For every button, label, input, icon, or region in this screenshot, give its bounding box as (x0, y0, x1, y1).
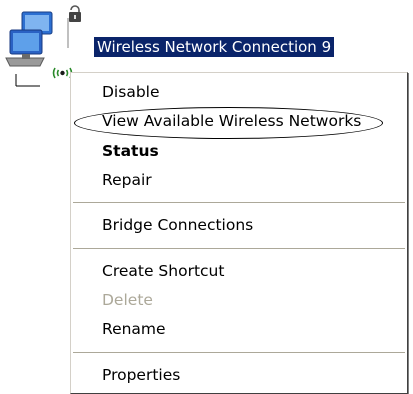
lock-icon (69, 5, 81, 22)
menu-item-delete: Delete (102, 291, 153, 309)
context-menu: Disable View Available Wireless Networks… (70, 72, 408, 394)
menu-item-bridge-connections[interactable]: Bridge Connections (102, 213, 253, 238)
menu-item-status[interactable]: Status (102, 139, 159, 164)
menu-item-create-shortcut[interactable]: Create Shortcut (102, 259, 224, 284)
menu-item-properties[interactable]: Properties (102, 363, 180, 388)
menu-separator (73, 248, 405, 249)
menu-item-repair[interactable]: Repair (102, 168, 152, 193)
menu-item-rename[interactable]: Rename (102, 317, 166, 342)
wireless-signal-icon (52, 67, 73, 79)
menu-separator (73, 202, 405, 203)
menu-item-view-available-wireless-networks[interactable]: View Available Wireless Networks (102, 109, 361, 134)
menu-item-disable[interactable]: Disable (102, 80, 160, 105)
menu-separator (73, 352, 405, 353)
connection-name-label[interactable]: Wireless Network Connection 9 (94, 37, 335, 57)
